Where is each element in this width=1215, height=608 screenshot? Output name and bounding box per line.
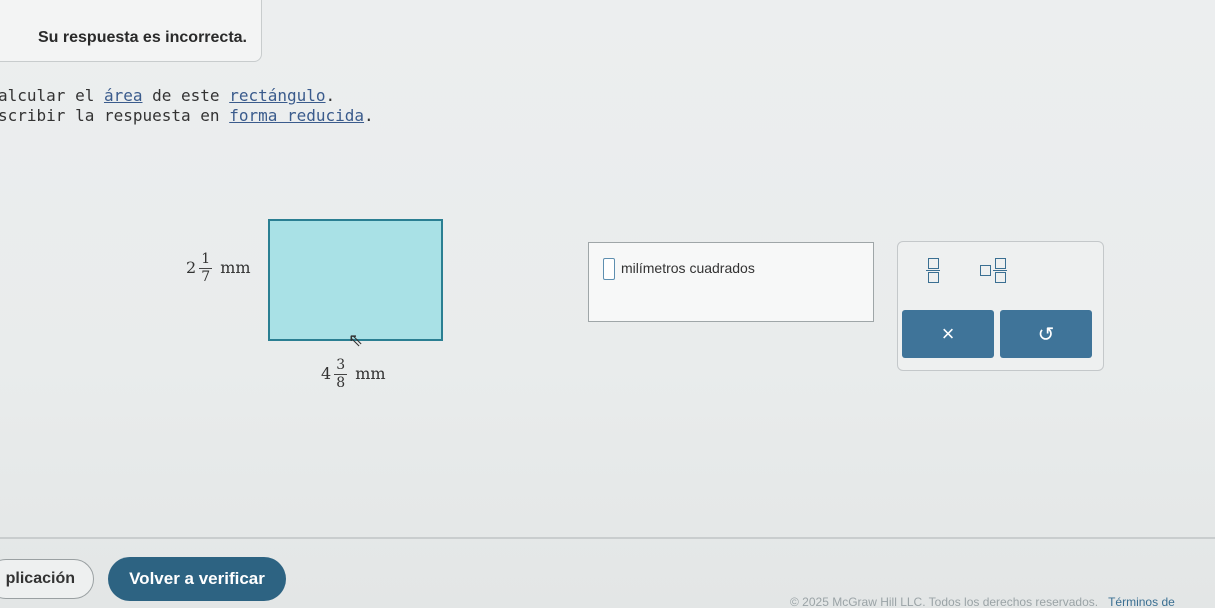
page: Su respuesta es incorrecta. alcular el á…	[0, 0, 1215, 608]
instruction-text: .	[364, 106, 374, 125]
instruction-line-1: alcular el área de este rectángulo.	[0, 86, 374, 106]
clear-button[interactable]: ×	[902, 310, 994, 358]
verify-again-button[interactable]: Volver a verificar	[108, 557, 286, 601]
feedback-panel: Su respuesta es incorrecta.	[0, 0, 262, 62]
instruction-text: alcular el	[0, 86, 104, 105]
footer-divider	[0, 537, 1215, 539]
answer-input[interactable]	[603, 258, 615, 280]
mouse-cursor-icon: ⇖	[348, 330, 364, 350]
height-fraction: 17	[199, 251, 213, 286]
copyright-text: © 2025 McGraw Hill LLC. Todos los derech…	[790, 595, 1099, 608]
feedback-message: Su respuesta es incorrecta.	[38, 29, 247, 46]
height-unit: mm	[220, 258, 251, 277]
undo-button[interactable]: ↺	[1000, 310, 1092, 358]
instruction-line-2: scribir la respuesta en forma reducida.	[0, 106, 374, 126]
width-unit: mm	[355, 364, 386, 383]
instruction-text: scribir la respuesta en	[0, 106, 230, 125]
mixed-number-icon[interactable]	[980, 258, 1007, 283]
width-denominator: 8	[336, 375, 346, 391]
explanation-button[interactable]: plicación	[0, 559, 94, 599]
answer-unit-label: milímetros cuadrados	[621, 260, 755, 276]
height-denominator: 7	[201, 269, 211, 285]
width-numerator: 3	[334, 357, 348, 375]
instruction-text: .	[325, 86, 336, 105]
rectangle-link[interactable]: rectángulo	[229, 86, 325, 105]
width-fraction: 38	[334, 357, 348, 392]
problem-instructions: alcular el área de este rectángulo. scri…	[0, 86, 374, 126]
height-numerator: 1	[199, 251, 213, 269]
fraction-icon[interactable]	[926, 258, 940, 283]
terms-link[interactable]: Términos de	[1108, 595, 1175, 608]
instruction-text: de este	[142, 86, 230, 105]
copyright-footer: © 2025 McGraw Hill LLC. Todos los derech…	[790, 595, 1175, 608]
height-dimension-label: 217 mm	[186, 251, 251, 286]
width-whole: 4	[321, 364, 332, 383]
height-whole: 2	[186, 258, 197, 277]
math-keypad: × ↺	[897, 241, 1104, 371]
rectangle-figure	[268, 219, 443, 341]
reduced-form-link[interactable]: forma reducida	[229, 106, 364, 125]
area-link[interactable]: área	[104, 86, 143, 105]
width-dimension-label: 438 mm	[321, 357, 386, 392]
answer-box: milímetros cuadrados	[588, 242, 874, 322]
